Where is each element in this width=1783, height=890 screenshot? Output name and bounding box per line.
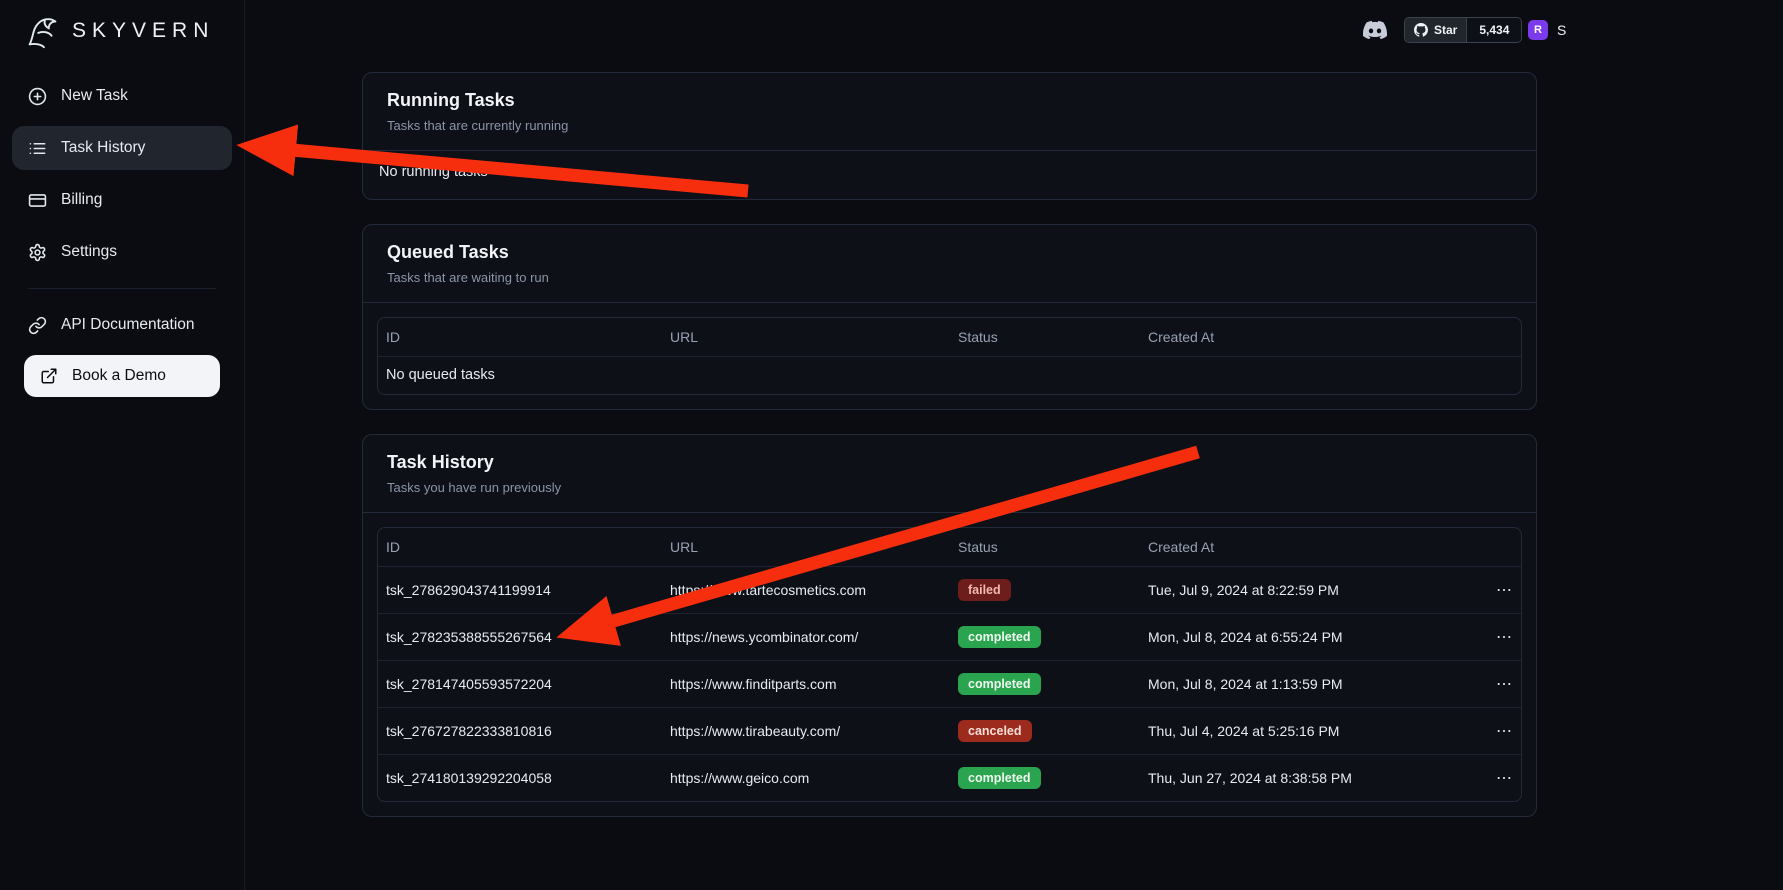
sidebar-item-label: Billing <box>61 191 102 209</box>
task-history-card: Task History Tasks you have run previous… <box>362 434 1537 817</box>
user-name-partial: S <box>1557 22 1566 38</box>
sidebar-item-label: API Documentation <box>61 316 195 334</box>
avatar[interactable]: R <box>1528 20 1548 40</box>
column-header-id: ID <box>386 539 670 555</box>
list-icon <box>28 139 47 158</box>
running-tasks-subtitle: Tasks that are currently running <box>387 118 1512 133</box>
queued-tasks-content: ID URL Status Created At No queued tasks <box>363 303 1536 409</box>
table-row[interactable]: tsk_278235388555267564 https://news.ycom… <box>378 613 1521 660</box>
task-history-content: ID URL Status Created At tsk_27862904374… <box>363 513 1536 816</box>
task-id-cell: tsk_278235388555267564 <box>386 629 670 645</box>
sidebar-divider <box>28 288 216 289</box>
table-row[interactable]: tsk_278147405593572204 https://www.findi… <box>378 660 1521 707</box>
status-badge: failed <box>958 579 1011 601</box>
column-header-id: ID <box>386 329 670 345</box>
queued-tasks-subtitle: Tasks that are waiting to run <box>387 270 1512 285</box>
status-badge: completed <box>958 626 1041 648</box>
skyvern-logo-icon <box>24 12 62 50</box>
queued-tasks-empty-state: No queued tasks <box>378 356 1521 394</box>
brand-header: SKYVERN <box>0 0 244 50</box>
table-row[interactable]: tsk_276727822333810816 https://www.tirab… <box>378 707 1521 754</box>
discord-icon[interactable] <box>1363 18 1387 42</box>
sidebar-item-settings[interactable]: Settings <box>12 230 232 274</box>
queued-tasks-header: Queued Tasks Tasks that are waiting to r… <box>363 225 1536 303</box>
column-header-status: Status <box>958 539 1148 555</box>
task-status-cell: failed <box>958 579 1148 601</box>
sidebar: SKYVERN New Task Task History Billing <box>0 0 245 890</box>
task-id-cell: tsk_278147405593572204 <box>386 676 670 692</box>
row-actions-button[interactable]: ⋯ <box>1496 580 1513 600</box>
row-actions-button[interactable]: ⋯ <box>1496 721 1513 741</box>
row-actions-button[interactable]: ⋯ <box>1496 768 1513 788</box>
github-star-button[interactable]: Star 5,434 <box>1404 17 1522 43</box>
sidebar-nav: New Task Task History Billing Settings <box>12 74 232 397</box>
sidebar-item-billing[interactable]: Billing <box>12 178 232 222</box>
column-header-status: Status <box>958 329 1148 345</box>
sidebar-item-label: New Task <box>61 87 128 105</box>
task-id-cell: tsk_278629043741199914 <box>386 582 670 598</box>
table-row[interactable]: tsk_278629043741199914 https://www.tarte… <box>378 566 1521 613</box>
table-header-row: ID URL Status Created At <box>378 318 1521 356</box>
task-url-cell: https://www.finditparts.com <box>670 676 958 692</box>
task-url-cell: https://www.geico.com <box>670 770 958 786</box>
main-content: Running Tasks Tasks that are currently r… <box>362 72 1537 817</box>
task-created-cell: Thu, Jun 27, 2024 at 8:38:58 PM <box>1148 770 1469 786</box>
task-id-cell: tsk_274180139292204058 <box>386 770 670 786</box>
app-window: SKYVERN New Task Task History Billing <box>0 0 1783 890</box>
plus-circle-icon <box>28 87 47 106</box>
row-actions-button[interactable]: ⋯ <box>1496 627 1513 647</box>
task-history-subtitle: Tasks you have run previously <box>387 480 1512 495</box>
table-row[interactable]: tsk_274180139292204058 https://www.geico… <box>378 754 1521 801</box>
task-created-cell: Mon, Jul 8, 2024 at 6:55:24 PM <box>1148 629 1469 645</box>
task-history-table: ID URL Status Created At tsk_27862904374… <box>377 527 1522 802</box>
credit-card-icon <box>28 191 47 210</box>
status-badge: completed <box>958 673 1041 695</box>
table-header-row: ID URL Status Created At <box>378 528 1521 566</box>
avatar-letter: R <box>1534 24 1542 36</box>
sidebar-item-label: Settings <box>61 243 117 261</box>
task-history-title: Task History <box>387 452 1512 473</box>
link-icon <box>28 316 47 335</box>
task-status-cell: completed <box>958 767 1148 789</box>
column-header-url: URL <box>670 539 958 555</box>
book-a-demo-label: Book a Demo <box>72 367 166 385</box>
task-history-header: Task History Tasks you have run previous… <box>363 435 1536 513</box>
status-badge: canceled <box>958 720 1032 742</box>
task-created-cell: Mon, Jul 8, 2024 at 1:13:59 PM <box>1148 676 1469 692</box>
github-star-label: Star <box>1434 23 1457 37</box>
running-tasks-title: Running Tasks <box>387 90 1512 111</box>
task-history-rows: tsk_278629043741199914 https://www.tarte… <box>378 566 1521 801</box>
row-actions-button[interactable]: ⋯ <box>1496 674 1513 694</box>
queued-tasks-title: Queued Tasks <box>387 242 1512 263</box>
book-a-demo-button[interactable]: Book a Demo <box>24 355 220 397</box>
running-tasks-empty-state: No running tasks <box>363 151 1536 199</box>
running-tasks-header: Running Tasks Tasks that are currently r… <box>363 73 1536 151</box>
queued-tasks-card: Queued Tasks Tasks that are waiting to r… <box>362 224 1537 410</box>
column-header-created-at: Created At <box>1148 329 1469 345</box>
task-status-cell: canceled <box>958 720 1148 742</box>
github-star-count: 5,434 <box>1466 18 1521 42</box>
task-status-cell: completed <box>958 673 1148 695</box>
github-icon <box>1414 23 1428 37</box>
task-url-cell: https://www.tirabeauty.com/ <box>670 723 958 739</box>
brand-name: SKYVERN <box>72 19 214 43</box>
task-url-cell: https://www.tartecosmetics.com <box>670 582 958 598</box>
task-id-cell: tsk_276727822333810816 <box>386 723 670 739</box>
sidebar-item-label: Task History <box>61 139 145 157</box>
task-created-cell: Tue, Jul 9, 2024 at 8:22:59 PM <box>1148 582 1469 598</box>
task-status-cell: completed <box>958 626 1148 648</box>
column-header-created-at: Created At <box>1148 539 1469 555</box>
queued-tasks-table: ID URL Status Created At No queued tasks <box>377 317 1522 395</box>
sidebar-item-api-documentation[interactable]: API Documentation <box>12 303 232 347</box>
gear-icon <box>28 243 47 262</box>
task-url-cell: https://news.ycombinator.com/ <box>670 629 958 645</box>
external-link-icon <box>40 367 58 385</box>
running-tasks-card: Running Tasks Tasks that are currently r… <box>362 72 1537 200</box>
column-header-url: URL <box>670 329 958 345</box>
sidebar-item-new-task[interactable]: New Task <box>12 74 232 118</box>
task-created-cell: Thu, Jul 4, 2024 at 5:25:16 PM <box>1148 723 1469 739</box>
sidebar-item-task-history[interactable]: Task History <box>12 126 232 170</box>
status-badge: completed <box>958 767 1041 789</box>
